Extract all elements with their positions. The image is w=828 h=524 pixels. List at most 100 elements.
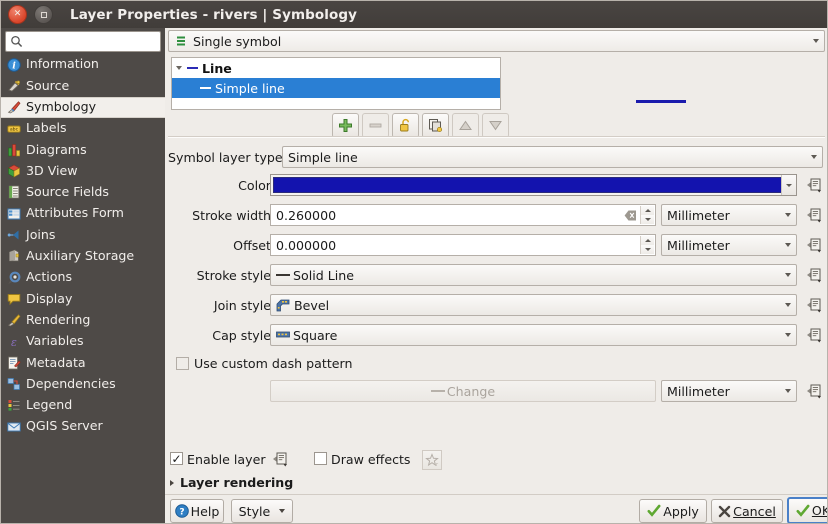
offset-unit-combo[interactable]: Millimeter xyxy=(661,234,797,256)
chevron-down-icon[interactable] xyxy=(176,66,182,70)
close-icon[interactable]: ✕ xyxy=(8,5,27,24)
symbol-layer-type-combo[interactable]: Simple line xyxy=(282,146,823,168)
move-down-button[interactable] xyxy=(482,113,509,138)
offset-input[interactable]: 0.000000 xyxy=(270,234,656,256)
sidebar-item-source-fields[interactable]: Source Fields xyxy=(1,182,165,203)
duplicate-layer-button[interactable] xyxy=(422,113,449,138)
apply-button-label: Apply xyxy=(663,503,699,519)
dialog-button-bar: ? Help Style Apply Cancel O xyxy=(165,494,827,523)
sidebar-item-display[interactable]: Display xyxy=(1,288,165,309)
stroke-width-unit-combo[interactable]: Millimeter xyxy=(661,204,797,226)
cancel-button[interactable]: Cancel xyxy=(711,499,783,523)
color-dropdown-button[interactable] xyxy=(781,175,796,195)
stroke-width-label: Stroke width xyxy=(192,207,271,223)
help-button-label: Help xyxy=(190,503,220,519)
lock-layer-button[interactable] xyxy=(392,113,419,138)
stroke-width-stepper[interactable] xyxy=(640,206,654,224)
sidebar-item-rendering[interactable]: Rendering xyxy=(1,310,165,331)
sidebar-item-symbology[interactable]: Symbology xyxy=(1,96,165,118)
data-defined-override-icon[interactable] xyxy=(803,264,825,286)
chevron-down-icon xyxy=(785,333,791,337)
stroke-width-input[interactable]: 0.260000 xyxy=(270,204,656,226)
join-style-value: Bevel xyxy=(294,297,330,313)
labels-icon: abc xyxy=(6,121,22,137)
sidebar-item-dependencies[interactable]: Dependencies xyxy=(1,373,165,394)
cap-style-label: Cap style xyxy=(212,327,271,343)
data-defined-override-icon[interactable] xyxy=(803,324,825,346)
layer-rendering-section[interactable]: Layer rendering xyxy=(170,475,293,490)
cap-style-value: Square xyxy=(293,327,338,343)
stroke-style-combo[interactable]: Solid Line xyxy=(270,264,797,286)
join-style-combo[interactable]: Bevel xyxy=(270,294,797,316)
sidebar-item-qgis-server[interactable]: QGIS Server xyxy=(1,416,165,437)
data-defined-override-icon[interactable] xyxy=(271,450,289,468)
enable-layer-checkbox[interactable]: ✓ xyxy=(170,452,183,465)
data-defined-override-icon[interactable] xyxy=(803,234,825,256)
square-cap-icon xyxy=(276,330,290,340)
use-custom-dash-pattern-checkbox[interactable] xyxy=(176,356,189,370)
color-label: Color xyxy=(238,177,271,193)
sidebar-item-labels[interactable]: abc Labels xyxy=(1,118,165,139)
change-dash-pattern-button[interactable]: Change xyxy=(270,380,656,402)
clear-icon[interactable] xyxy=(623,209,637,222)
sidebar-item-actions[interactable]: Actions xyxy=(1,267,165,288)
offset-stepper[interactable] xyxy=(640,236,654,254)
tree-row[interactable]: Line xyxy=(172,58,500,78)
check-icon xyxy=(796,504,810,518)
sidebar-item-attributes-form[interactable]: Attributes Form xyxy=(1,203,165,224)
sidebar-item-auxiliary-storage[interactable]: Auxiliary Storage xyxy=(1,246,165,267)
sidebar-item-3d-view[interactable]: 3D View xyxy=(1,160,165,181)
add-symbol-layer-button[interactable] xyxy=(332,113,359,138)
move-up-button[interactable] xyxy=(452,113,479,138)
data-defined-override-icon[interactable] xyxy=(803,380,825,402)
sidebar-item-diagrams[interactable]: Diagrams xyxy=(1,139,165,160)
sidebar-item-label: Legend xyxy=(26,397,73,413)
renderer-combo[interactable]: Single symbol xyxy=(168,30,825,52)
data-defined-override-icon[interactable] xyxy=(803,174,825,196)
single-symbol-icon xyxy=(175,35,187,47)
sidebar-item-source[interactable]: Source xyxy=(1,75,165,96)
color-button[interactable] xyxy=(270,174,797,196)
stepper-down-button[interactable] xyxy=(641,215,654,224)
sidebar-item-variables[interactable]: ε Variables xyxy=(1,331,165,352)
data-defined-override-icon[interactable] xyxy=(803,294,825,316)
information-icon: i xyxy=(6,57,22,73)
sidebar-item-legend[interactable]: Legend xyxy=(1,395,165,416)
symbol-layer-type-value: Simple line xyxy=(288,149,358,165)
data-defined-override-icon[interactable] xyxy=(803,204,825,226)
help-button[interactable]: ? Help xyxy=(170,499,224,523)
draw-effects-checkbox[interactable] xyxy=(314,452,327,465)
change-button-label: Change xyxy=(446,383,496,399)
diagrams-icon xyxy=(6,142,22,158)
search-input[interactable] xyxy=(26,34,154,49)
cap-style-combo[interactable]: Square xyxy=(270,324,797,346)
sidebar-nav-list: i Information Source Symbology abc Label… xyxy=(1,54,165,437)
sidebar-item-metadata[interactable]: Metadata xyxy=(1,352,165,373)
sidebar-item-joins[interactable]: Joins xyxy=(1,224,165,245)
stepper-down-button[interactable] xyxy=(641,245,654,254)
stepper-up-button[interactable] xyxy=(641,206,654,215)
chevron-down-icon xyxy=(813,39,819,43)
attributes-form-icon xyxy=(6,206,22,222)
variables-icon: ε xyxy=(6,334,22,350)
use-custom-dash-pattern-label: Use custom dash pattern xyxy=(194,355,353,371)
join-style-label: Join style xyxy=(213,297,271,313)
dash-pattern-unit-combo[interactable]: Millimeter xyxy=(661,380,797,402)
stepper-up-button[interactable] xyxy=(641,236,654,245)
svg-text:ε: ε xyxy=(11,336,17,349)
maximize-icon[interactable] xyxy=(34,5,53,24)
preview-line-shape xyxy=(636,100,686,103)
apply-button[interactable]: Apply xyxy=(639,499,707,523)
symbol-layer-tree[interactable]: Line Simple line xyxy=(171,57,501,110)
dependencies-icon xyxy=(6,376,22,392)
search-box[interactable] xyxy=(5,31,161,52)
sidebar-item-label: Metadata xyxy=(26,354,86,370)
3d-view-icon xyxy=(6,163,22,179)
tree-row[interactable]: Simple line xyxy=(172,78,500,98)
ok-button[interactable]: OK xyxy=(787,497,827,523)
sidebar-item-information[interactable]: i Information xyxy=(1,54,165,75)
effects-star-icon[interactable]: r xyxy=(422,450,442,470)
style-button[interactable]: Style xyxy=(231,499,293,523)
remove-symbol-layer-button[interactable] xyxy=(362,113,389,138)
symbol-preview xyxy=(506,57,824,110)
